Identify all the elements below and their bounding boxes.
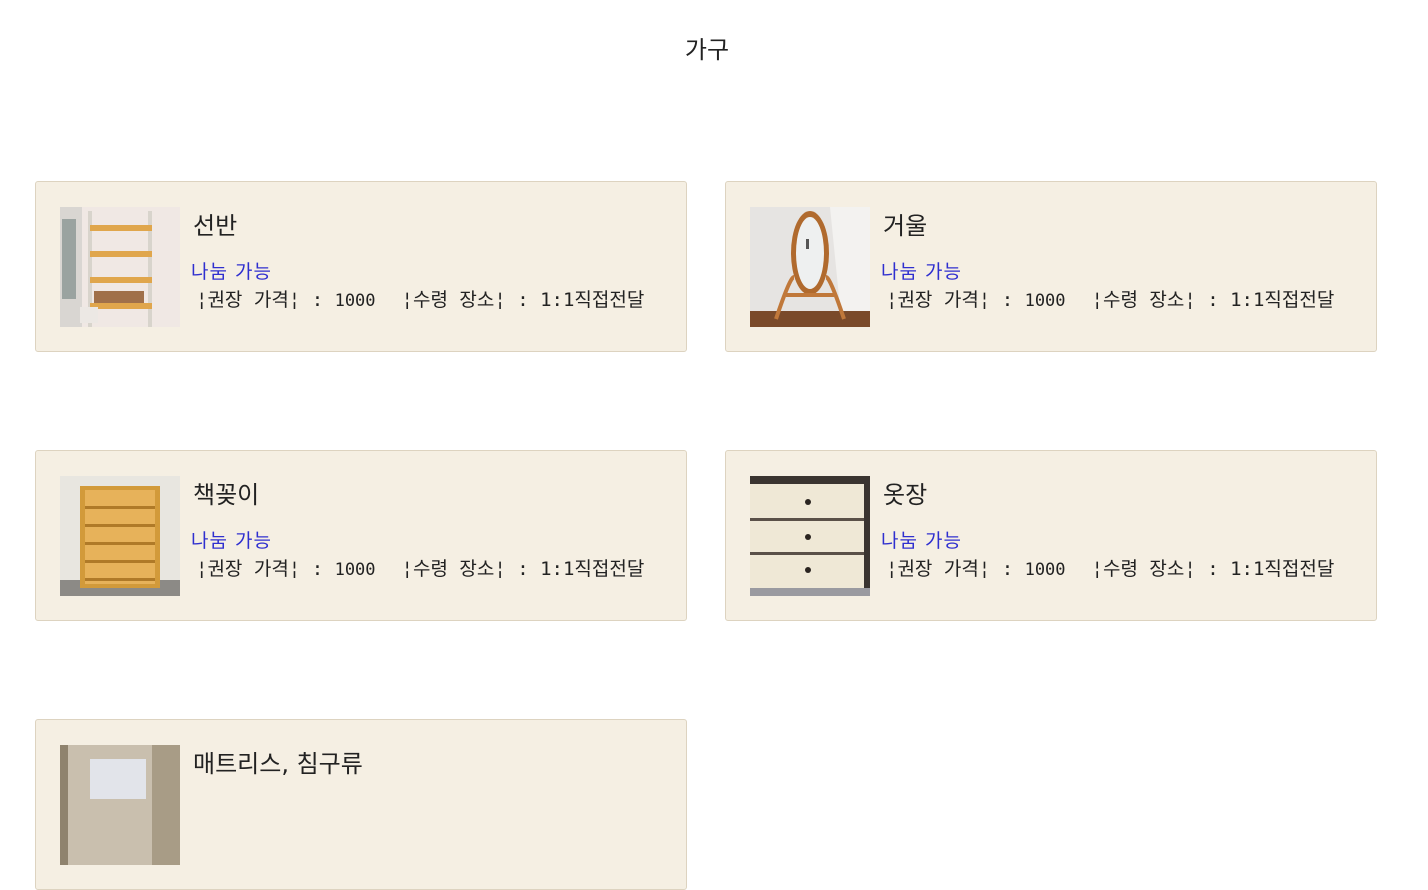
item-card-wardrobe[interactable]: 옷장 나눔 가능 ¦권장 가격¦ : 1000 ¦수령 장소¦ : 1:1직접전달 [725,450,1377,621]
price-value: 1000 [334,560,376,580]
share-status: 나눔 가능 [191,530,272,552]
item-title[interactable]: 거울 [883,206,927,241]
price-label: ¦권장 가격¦ [886,558,991,580]
price-label: ¦권장 가격¦ [886,289,991,311]
item-info: ¦권장 가격¦ : 1000 ¦수령 장소¦ : 1:1직접전달 [886,558,1335,580]
item-title[interactable]: 옷장 [883,475,927,510]
price-label: ¦권장 가격¦ [196,558,301,580]
price-label: ¦권장 가격¦ [196,289,301,311]
place-value: 1:1직접전달 [1230,558,1335,580]
place-label: ¦수령 장소¦ [401,289,506,311]
item-image[interactable] [60,207,180,327]
price-value: 1000 [1024,560,1066,580]
price-value: 1000 [1024,291,1066,311]
place-value: 1:1직접전달 [1230,289,1335,311]
item-info: ¦권장 가격¦ : 1000 ¦수령 장소¦ : 1:1직접전달 [196,558,645,580]
share-status: 나눔 가능 [191,261,272,283]
place-label: ¦수령 장소¦ [401,558,506,580]
item-image[interactable] [750,207,870,327]
item-title[interactable]: 선반 [193,206,237,241]
place-label: ¦수령 장소¦ [1091,558,1196,580]
share-status: 나눔 가능 [881,261,962,283]
item-title[interactable]: 매트리스, 침구류 [193,744,363,779]
bookshelf-photo [60,476,180,596]
item-image[interactable] [60,476,180,596]
item-info: ¦권장 가격¦ : 1000 ¦수령 장소¦ : 1:1직접전달 [196,289,645,311]
mirror-photo [750,207,870,327]
item-card-bookshelf[interactable]: 책꽂이 나눔 가능 ¦권장 가격¦ : 1000 ¦수령 장소¦ : 1:1직접전… [35,450,687,621]
item-card-mirror[interactable]: 거울 나눔 가능 ¦권장 가격¦ : 1000 ¦수령 장소¦ : 1:1직접전달 [725,181,1377,352]
item-card-shelf[interactable]: 선반 나눔 가능 ¦권장 가격¦ : 1000 ¦수령 장소¦ : 1:1직접전달 [35,181,687,352]
place-label: ¦수령 장소¦ [1091,289,1196,311]
item-title[interactable]: 책꽂이 [193,475,259,510]
page-title: 가구 [684,36,730,64]
drawer-photo [750,476,870,596]
mattress-photo [60,745,180,865]
place-value: 1:1직접전달 [540,289,645,311]
item-info: ¦권장 가격¦ : 1000 ¦수령 장소¦ : 1:1직접전달 [886,289,1335,311]
price-value: 1000 [334,291,376,311]
item-image[interactable] [60,745,180,865]
shelf-photo [60,207,180,327]
share-status: 나눔 가능 [881,530,962,552]
item-card-mattress[interactable]: 매트리스, 침구류 [35,719,687,890]
place-value: 1:1직접전달 [540,558,645,580]
item-image[interactable] [750,476,870,596]
